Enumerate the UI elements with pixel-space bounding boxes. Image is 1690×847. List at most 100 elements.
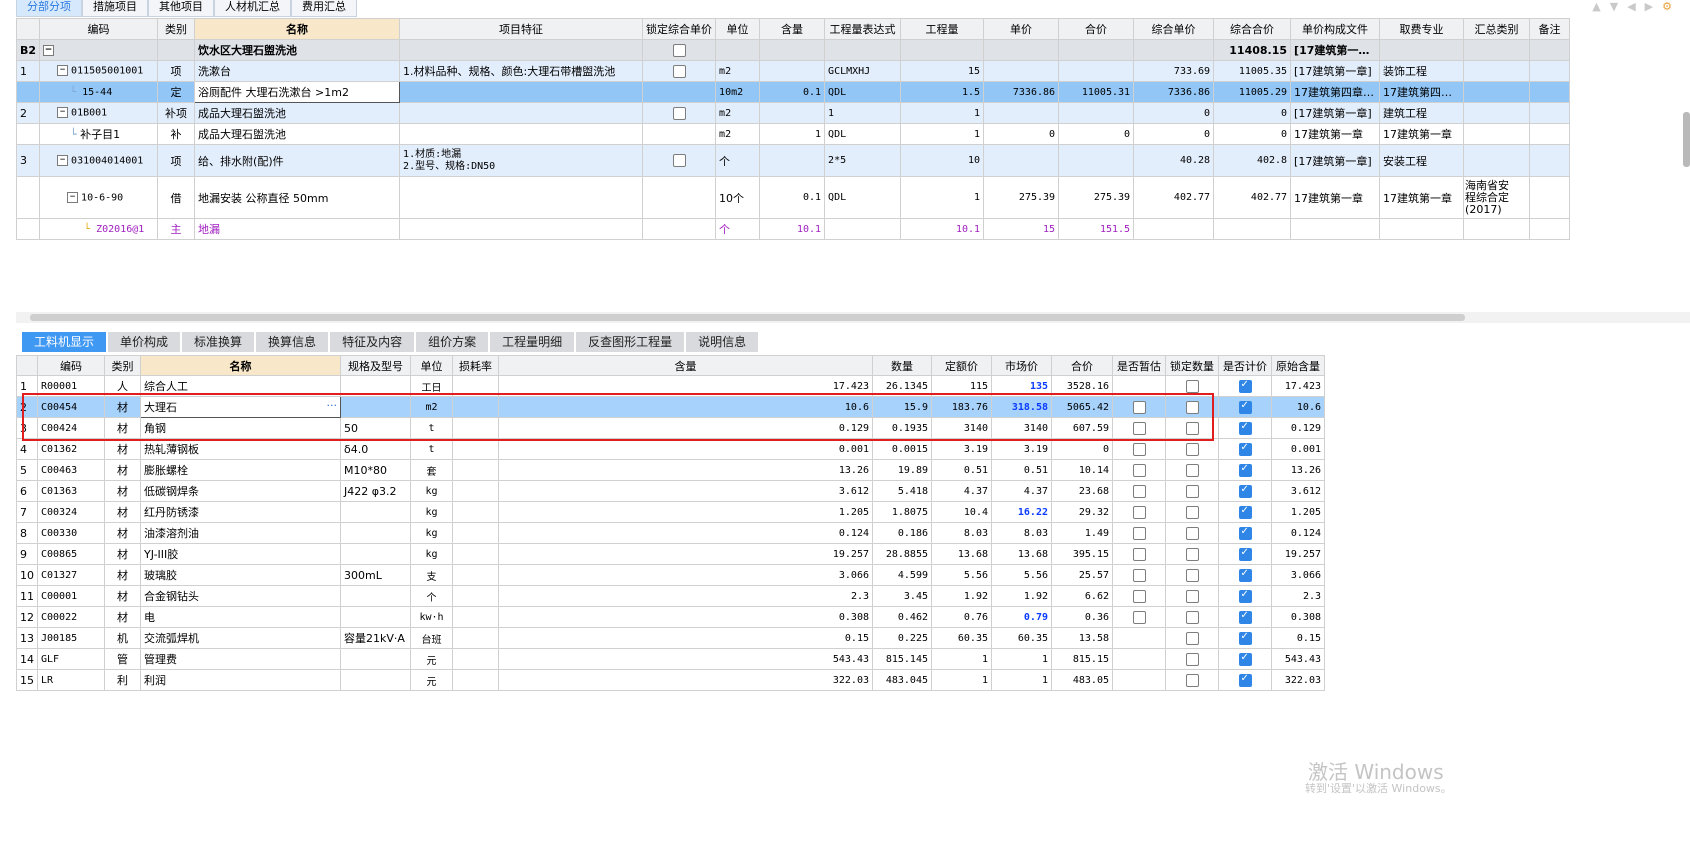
header-content[interactable]: 含量 xyxy=(498,355,873,376)
expr-cell[interactable]: QDL xyxy=(824,176,902,219)
header-content[interactable]: 含量 xyxy=(759,18,826,40)
table-row[interactable]: └ Z02016@1 主 地漏 个 10.1 10.1 15 151.5 xyxy=(15,218,1571,240)
header-price[interactable]: 单价 xyxy=(983,18,1060,40)
name-cell[interactable]: YJ-III胶 xyxy=(140,543,341,565)
loss-rate-cell[interactable] xyxy=(452,501,499,523)
priced-checkbox[interactable] xyxy=(1218,375,1272,397)
type-cell[interactable]: 项 xyxy=(157,60,196,82)
spec-cell[interactable] xyxy=(340,648,411,670)
loss-rate-cell[interactable] xyxy=(452,564,499,586)
header-name[interactable]: 名称 xyxy=(140,355,341,376)
loss-rate-cell[interactable] xyxy=(452,438,499,460)
market-price-cell[interactable]: 5.56 xyxy=(991,564,1052,586)
table-row[interactable]: 15LR利利润元322.03483.04511483.05322.03 xyxy=(16,669,1325,691)
header-note[interactable]: 备注 xyxy=(1529,18,1571,40)
header-total[interactable]: 合价 xyxy=(1051,355,1113,376)
checkbox[interactable] xyxy=(1238,610,1252,624)
checkbox[interactable] xyxy=(1238,652,1252,666)
provisional-checkbox[interactable] xyxy=(1112,648,1166,670)
tab-gongchengliang-mingxi[interactable]: 工程量明细 xyxy=(490,332,575,352)
unit-cell[interactable]: 10个 xyxy=(715,176,761,219)
name-cell[interactable]: 管理费 xyxy=(140,648,341,670)
type-cell[interactable]: 定 xyxy=(157,81,196,103)
checkbox[interactable] xyxy=(1185,610,1199,624)
spec-cell[interactable] xyxy=(340,522,411,544)
name-cell[interactable]: 成品大理石盥洗池 xyxy=(194,123,401,145)
tab-rencaiji-huizong[interactable]: 人材机汇总 xyxy=(214,0,291,17)
content-cell[interactable]: 13.26 xyxy=(498,459,873,481)
code-cell[interactable]: J00185 xyxy=(37,627,105,649)
market-price-cell[interactable]: 8.03 xyxy=(991,522,1052,544)
header-type[interactable]: 类别 xyxy=(104,355,141,376)
content-cell[interactable]: 1.205 xyxy=(498,501,873,523)
content-cell[interactable] xyxy=(759,60,826,82)
file-cell[interactable]: 17建筑第四章… xyxy=(1290,81,1381,103)
tab-feiyong-huizong[interactable]: 费用汇总 xyxy=(291,0,357,17)
qty-cell[interactable]: 15 xyxy=(900,60,985,82)
header-unit[interactable]: 单位 xyxy=(410,355,453,376)
provisional-checkbox[interactable] xyxy=(1112,438,1166,460)
unit-cell[interactable]: kg xyxy=(410,501,453,523)
header-major[interactable]: 取费专业 xyxy=(1379,18,1465,40)
table-row[interactable]: 13 J00185 机交流弧焊机 容量21kV·A 台班 0.15 0.225 60.35 60… xyxy=(16,627,1325,649)
provisional-checkbox[interactable] xyxy=(1112,585,1166,607)
price-cell[interactable]: 0 xyxy=(983,123,1060,145)
checkbox[interactable] xyxy=(1185,631,1199,645)
table-row[interactable]: 9 C00865 材 YJ-III胶 kg 19.257 28.8855 13.68 13.68… xyxy=(16,543,1325,565)
type-cell[interactable]: 材 xyxy=(104,438,141,460)
tab-zujia-fangan[interactable]: 组价方案 xyxy=(416,332,489,352)
checkbox[interactable] xyxy=(1132,505,1146,519)
tab-fancha-tuxing[interactable]: 反查图形工程量 xyxy=(576,332,685,352)
name-edit-cell[interactable]: 浴厕配件 大理石洗漱台 >1m2 xyxy=(194,81,401,103)
code-cell[interactable]: −10-6-90 xyxy=(39,176,159,219)
code-cell[interactable]: −031004014001 xyxy=(39,144,159,177)
lock-checkbox[interactable] xyxy=(642,144,717,177)
priced-checkbox[interactable] xyxy=(1218,396,1272,418)
priced-checkbox[interactable] xyxy=(1218,459,1272,481)
provisional-checkbox[interactable] xyxy=(1112,669,1166,691)
header-unit[interactable]: 单位 xyxy=(715,18,761,40)
code-cell[interactable]: −011505001001 xyxy=(39,60,159,82)
header-base-price[interactable]: 定额价 xyxy=(931,355,992,376)
checkbox[interactable] xyxy=(1185,463,1199,477)
provisional-checkbox[interactable] xyxy=(1112,606,1166,628)
spec-cell[interactable]: J422 φ3.2 xyxy=(340,480,411,502)
collapse-toggle[interactable]: − xyxy=(39,39,159,61)
table-row[interactable]: 7 C00324 材红丹防锈漆 kg 1.205 1.8075 10.4 16.22 29.32… xyxy=(16,501,1325,523)
unit-cell[interactable]: 个 xyxy=(410,585,453,607)
content-cell[interactable]: 322.03 xyxy=(498,669,873,691)
major-cell[interactable]: 安装工程 xyxy=(1379,144,1465,177)
tab-huansuan-xinxi[interactable]: 换算信息 xyxy=(256,332,329,352)
lock-qty-checkbox[interactable] xyxy=(1165,480,1219,502)
name-cell[interactable]: 油漆溶剂油 xyxy=(140,522,341,544)
header-market-price[interactable]: 市场价 xyxy=(991,355,1052,376)
unit-cell[interactable]: 元 xyxy=(410,648,453,670)
loss-rate-cell[interactable] xyxy=(452,480,499,502)
name-cell[interactable]: 地漏 xyxy=(194,218,401,240)
content-cell[interactable]: 3.066 xyxy=(498,564,873,586)
code-cell[interactable]: C01363 xyxy=(37,480,105,502)
tab-qita-xiangmu[interactable]: 其他项目 xyxy=(148,0,214,17)
content-cell[interactable]: 3.612 xyxy=(498,480,873,502)
content-cell[interactable]: 0.1 xyxy=(759,176,826,219)
feature-cell[interactable]: 1.材质:地漏 2.型号、规格:DN50 xyxy=(399,144,644,177)
market-price-cell[interactable]: 0.79 xyxy=(991,606,1052,628)
loss-rate-cell[interactable] xyxy=(452,627,499,649)
type-cell[interactable]: 材 xyxy=(104,501,141,523)
priced-checkbox[interactable] xyxy=(1218,543,1272,565)
unit-cell[interactable]: m2 xyxy=(715,60,761,82)
qty-cell[interactable]: 10 xyxy=(900,144,985,177)
arrow-right-icon[interactable]: ▶ xyxy=(1645,0,1653,13)
content-cell[interactable]: 543.43 xyxy=(498,648,873,670)
type-cell[interactable]: 补 xyxy=(157,123,196,145)
checkbox[interactable] xyxy=(1238,463,1252,477)
file-cell[interactable]: [17建筑第一章] xyxy=(1290,144,1381,177)
expr-cell[interactable]: 1 xyxy=(824,102,902,124)
scrollbar-thumb[interactable] xyxy=(30,314,1465,321)
priced-checkbox[interactable] xyxy=(1218,480,1272,502)
unit-cell[interactable]: 个 xyxy=(715,218,761,240)
checkbox[interactable] xyxy=(1185,673,1199,687)
expr-cell[interactable]: GCLMXHJ xyxy=(824,60,902,82)
type-cell[interactable]: 管 xyxy=(104,648,141,670)
checkbox[interactable] xyxy=(1185,484,1199,498)
